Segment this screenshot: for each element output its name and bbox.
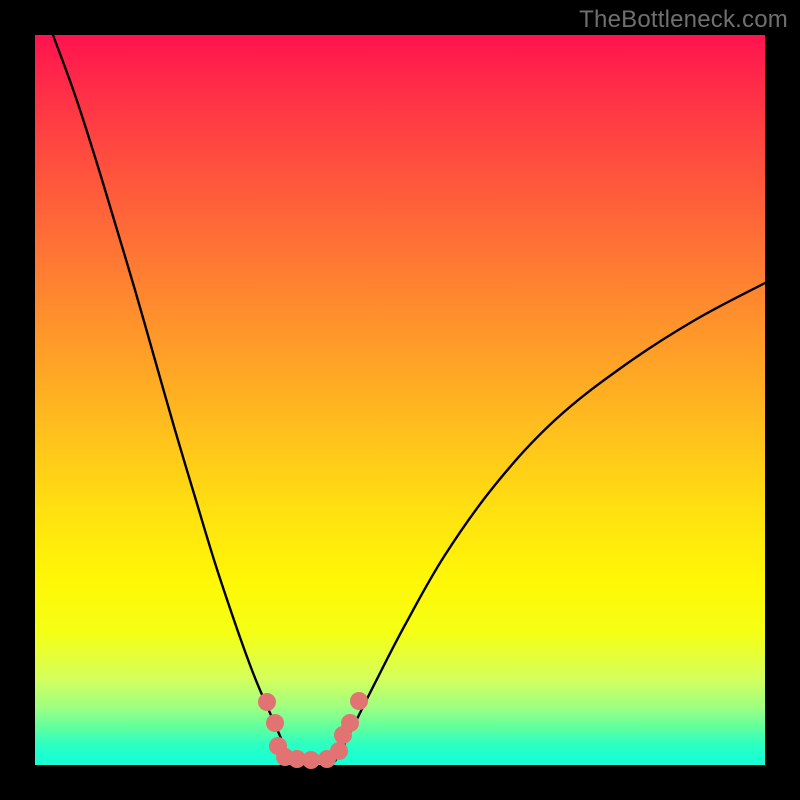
data-point: [302, 751, 320, 769]
watermark-text: TheBottleneck.com: [579, 6, 788, 34]
right-curve: [335, 283, 765, 761]
data-point: [266, 714, 284, 732]
data-point: [330, 742, 348, 760]
data-point: [350, 692, 368, 710]
chart-frame: TheBottleneck.com: [0, 0, 800, 800]
marker-group: [258, 692, 368, 769]
data-point: [258, 693, 276, 711]
plot-area: [35, 35, 765, 765]
data-point: [341, 714, 359, 732]
left-curve: [53, 35, 291, 761]
chart-svg: [35, 35, 765, 765]
